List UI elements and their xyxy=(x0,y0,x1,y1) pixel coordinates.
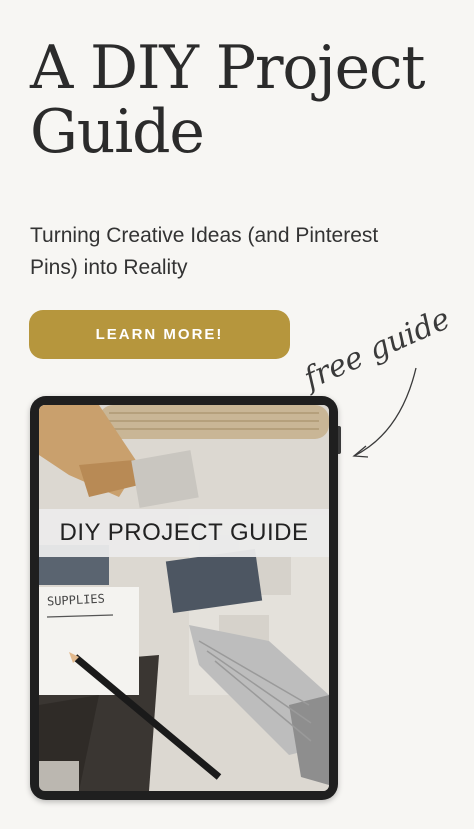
curved-arrow-icon xyxy=(353,367,417,457)
guide-title-text: DIY PROJECT GUIDE xyxy=(59,519,309,546)
free-guide-text: free guide xyxy=(297,301,455,397)
learn-more-button[interactable]: LEARN MORE! xyxy=(29,310,290,359)
supplies-note-label: SUPPLIES xyxy=(46,591,106,609)
tablet-mockup: DIY PROJECT GUIDE SUPPLIES xyxy=(30,396,341,800)
guide-title-banner: DIY PROJECT GUIDE xyxy=(39,509,329,557)
page-title: A DIY Project Guide xyxy=(30,33,425,167)
page-subtitle: Turning Creative Ideas (and Pinterest Pi… xyxy=(30,224,379,279)
tablet-screen: DIY PROJECT GUIDE SUPPLIES xyxy=(39,405,329,791)
